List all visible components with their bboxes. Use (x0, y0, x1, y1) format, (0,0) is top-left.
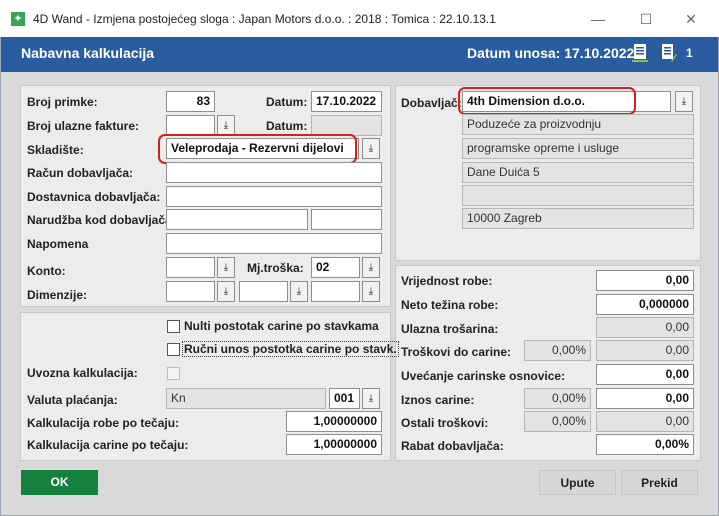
maximize-button[interactable]: ☐ (631, 8, 661, 30)
iznos-label: Iznos carine: (401, 393, 475, 407)
iznos-pct-field: 0,00% (524, 388, 591, 409)
rucni-unos-checkbox[interactable] (167, 343, 180, 356)
attachment-count: 1 (686, 46, 693, 60)
supplier-line4 (462, 185, 694, 206)
broj-ulazne-field[interactable] (166, 115, 215, 136)
dimenzija3-dropdown-icon[interactable]: ⤓ (362, 281, 380, 302)
dobavljac-highlight (458, 87, 636, 115)
neto-label: Neto težina robe: (401, 298, 499, 312)
dimenzije-label: Dimenzije: (27, 288, 88, 302)
narudzba2-field[interactable] (311, 209, 382, 230)
entry-date: Datum unosa: 17.10.2022 (467, 45, 635, 61)
dobavljac-label: Dobavljač: (401, 96, 462, 110)
window-title: 4D Wand - Izmjena postojećeg sloga : Jap… (33, 12, 496, 26)
konto-label: Konto: (27, 264, 66, 278)
broj-ulazne-label: Broj ulazne fakture: (27, 119, 140, 133)
kalk-robe-field[interactable]: 1,00000000 (286, 411, 382, 432)
kalk-robe-label: Kalkulacija robe po tečaju: (27, 416, 180, 430)
neto-field[interactable]: 0,000000 (596, 294, 694, 315)
valuta-code-field[interactable]: 001 (329, 388, 360, 409)
upute-button[interactable]: Upute (539, 470, 616, 495)
dimenzija3-field[interactable] (311, 281, 360, 302)
datum-label: Datum: (266, 95, 308, 109)
broj-primke-field[interactable]: 83 (166, 91, 215, 112)
ok-button[interactable]: OK (21, 470, 98, 495)
ulazna-label: Ulazna trošarina: (401, 322, 499, 336)
ulazna-field: 0,00 (596, 317, 694, 338)
prekid-button[interactable]: Prekid (621, 470, 698, 495)
rabat-label: Rabat dobavljača: (401, 439, 504, 453)
datum2-label: Datum: (266, 119, 308, 133)
kalk-carine-label: Kalkulacija carine po tečaju: (27, 438, 189, 452)
mjtroska-label: Mj.troška: (247, 261, 304, 275)
document-edit-icon[interactable] (661, 43, 677, 63)
uvecanje-field[interactable]: 0,00 (596, 364, 694, 385)
dimenzija1-dropdown-icon[interactable]: ⤓ (217, 281, 235, 302)
supplier-line1: Poduzeće za proizvodnju (462, 114, 694, 135)
uvecanje-label: Uvećanje carinske osnovice: (401, 369, 566, 383)
troskovi-label: Troškovi do carine: (401, 345, 512, 359)
dostavnica-field[interactable] (166, 186, 382, 207)
app-logo-icon: ✦ (11, 12, 25, 26)
ostali-pct-field: 0,00% (524, 411, 591, 432)
minimize-button[interactable]: — (583, 8, 613, 30)
valuta-label: Valuta plaćanja: (27, 393, 118, 407)
vrijednost-field[interactable]: 0,00 (596, 270, 694, 291)
kalk-carine-field[interactable]: 1,00000000 (286, 434, 382, 455)
konto-field[interactable] (166, 257, 215, 278)
iznos-field[interactable]: 0,00 (596, 388, 694, 409)
napomena-label: Napomena (27, 237, 89, 251)
valuta-field: Kn (166, 388, 326, 409)
skladiste-label: Skladište: (27, 143, 84, 157)
close-button[interactable]: ✕ (676, 8, 706, 30)
nulti-postotak-checkbox[interactable] (167, 320, 180, 333)
datum2-field (311, 115, 382, 136)
rucni-unos-label: Ručni unos postotka carine po stavk. (182, 341, 399, 357)
valuta-dropdown-icon[interactable]: ⤓ (362, 388, 380, 409)
narudzba-field[interactable] (166, 209, 308, 230)
racun-label: Račun dobavljača: (27, 166, 134, 180)
ostali-label: Ostali troškovi: (401, 416, 489, 430)
troskovi-pct-field: 0,00% (524, 340, 591, 361)
vrijednost-label: Vrijednost robe: (401, 274, 493, 288)
datum-field[interactable]: 17.10.2022 (311, 91, 382, 112)
troskovi-field: 0,00 (596, 340, 694, 361)
dimenzija2-field[interactable] (239, 281, 288, 302)
page-title: Nabavna kalkulacija (21, 45, 155, 61)
ostali-field: 0,00 (596, 411, 694, 432)
skladiste-highlight (158, 134, 357, 164)
broj-primke-label: Broj primke: (27, 95, 98, 109)
supplier-line5: 10000 Zagreb (462, 208, 694, 229)
napomena-field[interactable] (166, 233, 382, 254)
uvozna-label: Uvozna kalkulacija: (27, 366, 138, 380)
document-print-icon[interactable] (632, 43, 648, 63)
narudzba-label: Narudžba kod dobavljača: (27, 213, 176, 227)
dostavnica-label: Dostavnica dobavljača: (27, 190, 161, 204)
supplier-line3: Dane Duića 5 (462, 162, 694, 183)
rabat-field[interactable]: 0,00% (596, 434, 694, 455)
dimenzija2-dropdown-icon[interactable]: ⤓ (290, 281, 308, 302)
broj-ulazne-dropdown-icon[interactable]: ⤓ (217, 115, 235, 136)
dobavljac-dropdown-icon[interactable]: ⤓ (675, 91, 693, 112)
mjtroska-field[interactable]: 02 (311, 257, 360, 278)
racun-field[interactable] (166, 162, 382, 183)
nulti-postotak-label: Nulti postotak carine po stavkama (184, 319, 379, 333)
uvozna-checkbox (167, 367, 180, 380)
konto-dropdown-icon[interactable]: ⤓ (217, 257, 235, 278)
mjtroska-dropdown-icon[interactable]: ⤓ (362, 257, 380, 278)
dimenzija1-field[interactable] (166, 281, 215, 302)
supplier-line2: programske opreme i usluge (462, 138, 694, 159)
skladiste-dropdown-icon[interactable]: ⤓ (362, 138, 380, 159)
